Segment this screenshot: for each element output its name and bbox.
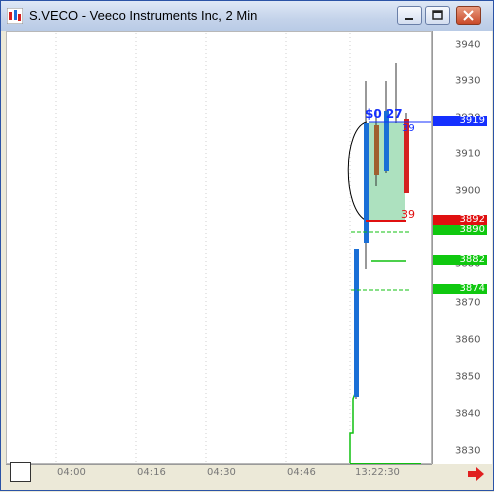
chart-overlay [55, 33, 431, 465]
y-tick: 3900 [455, 185, 481, 197]
y-tick: 3930 [455, 75, 481, 87]
x-tick: 04:00 [57, 467, 86, 478]
y-tick: 3940 [455, 39, 481, 51]
y-tick: 3830 [455, 445, 481, 457]
annotation-top-label: $0 27 [365, 107, 403, 121]
y-tick: 3840 [455, 408, 481, 420]
candle-body [354, 249, 359, 397]
scroll-right-arrow-icon[interactable] [467, 467, 485, 481]
x-tick: 04:16 [137, 467, 166, 478]
green-trend-line [349, 390, 357, 463]
corner-box[interactable] [10, 462, 31, 482]
price-tag-green: 3874 [433, 284, 487, 294]
annotation-right-top: 39 [402, 123, 415, 134]
price-tag-green: 3890 [433, 225, 487, 235]
y-tick: 3870 [455, 297, 481, 309]
candle-body [374, 125, 379, 175]
x-tick: 04:46 [287, 467, 316, 478]
candle-body [364, 123, 369, 243]
y-tick: 3860 [455, 334, 481, 346]
price-tag-green: 3882 [433, 255, 487, 265]
chart-window: S.VECO - Veeco Instruments Inc, 2 Min $0… [0, 0, 494, 491]
annotation-right-bottom: 39 [401, 208, 415, 221]
price-axis[interactable] [432, 31, 492, 464]
x-tick: 04:30 [207, 467, 236, 478]
y-tick: 3850 [455, 371, 481, 383]
price-tag-blue: 3919 [433, 116, 487, 126]
y-tick: 3910 [455, 148, 481, 160]
x-tick: 13:22:30 [355, 467, 400, 478]
